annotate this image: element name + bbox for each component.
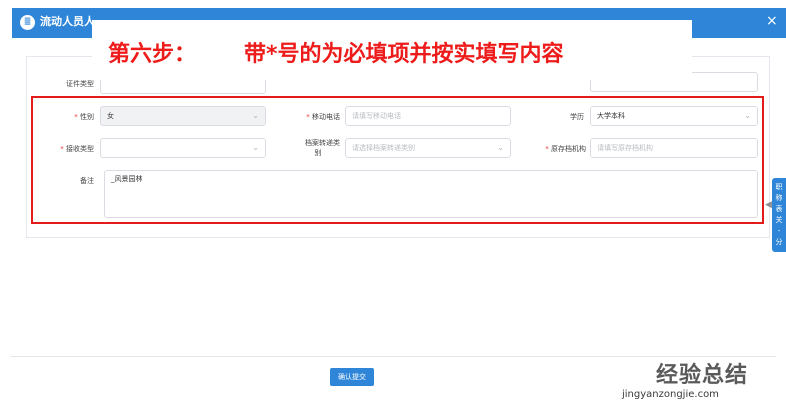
side-tab-char: 表 xyxy=(775,205,783,213)
watermark-url: jingyanzongjie.com xyxy=(622,389,719,400)
banner-text: 带*号的为必填项并按实填写内容 xyxy=(244,42,564,67)
side-tab-char: 分 xyxy=(775,238,783,246)
banner-step: 第六步： xyxy=(108,42,197,67)
collapse-arrow-icon[interactable]: ◀ xyxy=(765,200,772,210)
side-tab-char: 职 xyxy=(775,183,783,191)
dialog-title: 流动人员人 xyxy=(40,15,95,28)
highlight-box xyxy=(31,96,764,224)
submit-button[interactable]: 确认提交 xyxy=(330,368,374,386)
side-tab-char: 关 xyxy=(775,216,783,224)
side-tab[interactable]: 职 称 表 关 - 分 xyxy=(772,178,786,252)
side-tab-char: 称 xyxy=(775,194,783,202)
close-icon[interactable]: × xyxy=(766,11,778,31)
watermark-text: 经验总结 xyxy=(656,363,749,388)
side-tab-char: - xyxy=(777,227,781,235)
id-type-label: 证件类型 xyxy=(66,80,94,88)
form-icon: ≣ xyxy=(20,15,35,30)
